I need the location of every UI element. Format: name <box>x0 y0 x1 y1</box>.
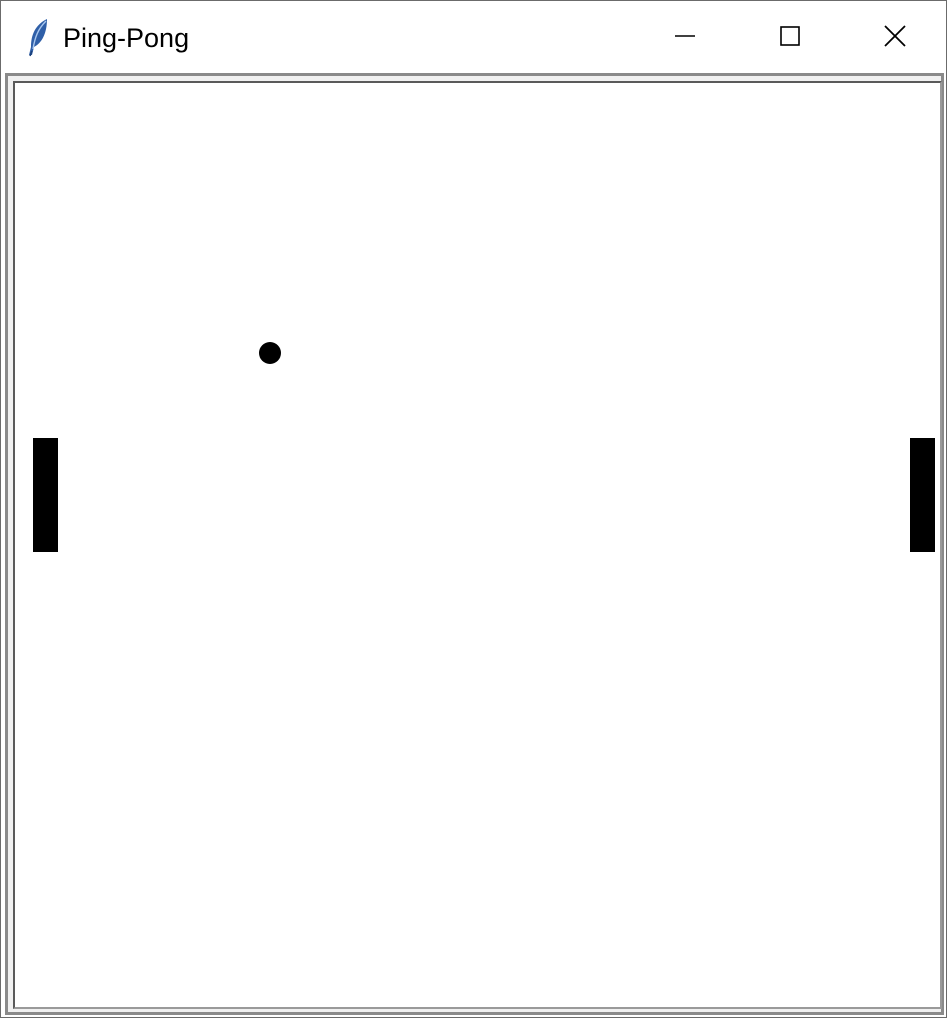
right-paddle <box>910 438 935 552</box>
game-canvas[interactable] <box>13 81 942 1009</box>
window-title: Ping-Pong <box>63 23 190 53</box>
minimize-icon <box>674 25 696 47</box>
feather-icon <box>25 17 53 57</box>
close-icon <box>883 24 907 48</box>
ball <box>259 342 281 364</box>
close-button[interactable] <box>843 1 947 71</box>
left-paddle <box>33 438 58 552</box>
app-window: Ping-Pong <box>0 0 947 1018</box>
title-bar[interactable]: Ping-Pong <box>1 1 946 73</box>
minimize-button[interactable] <box>633 1 737 71</box>
maximize-button[interactable] <box>738 1 842 71</box>
maximize-icon <box>779 25 801 47</box>
